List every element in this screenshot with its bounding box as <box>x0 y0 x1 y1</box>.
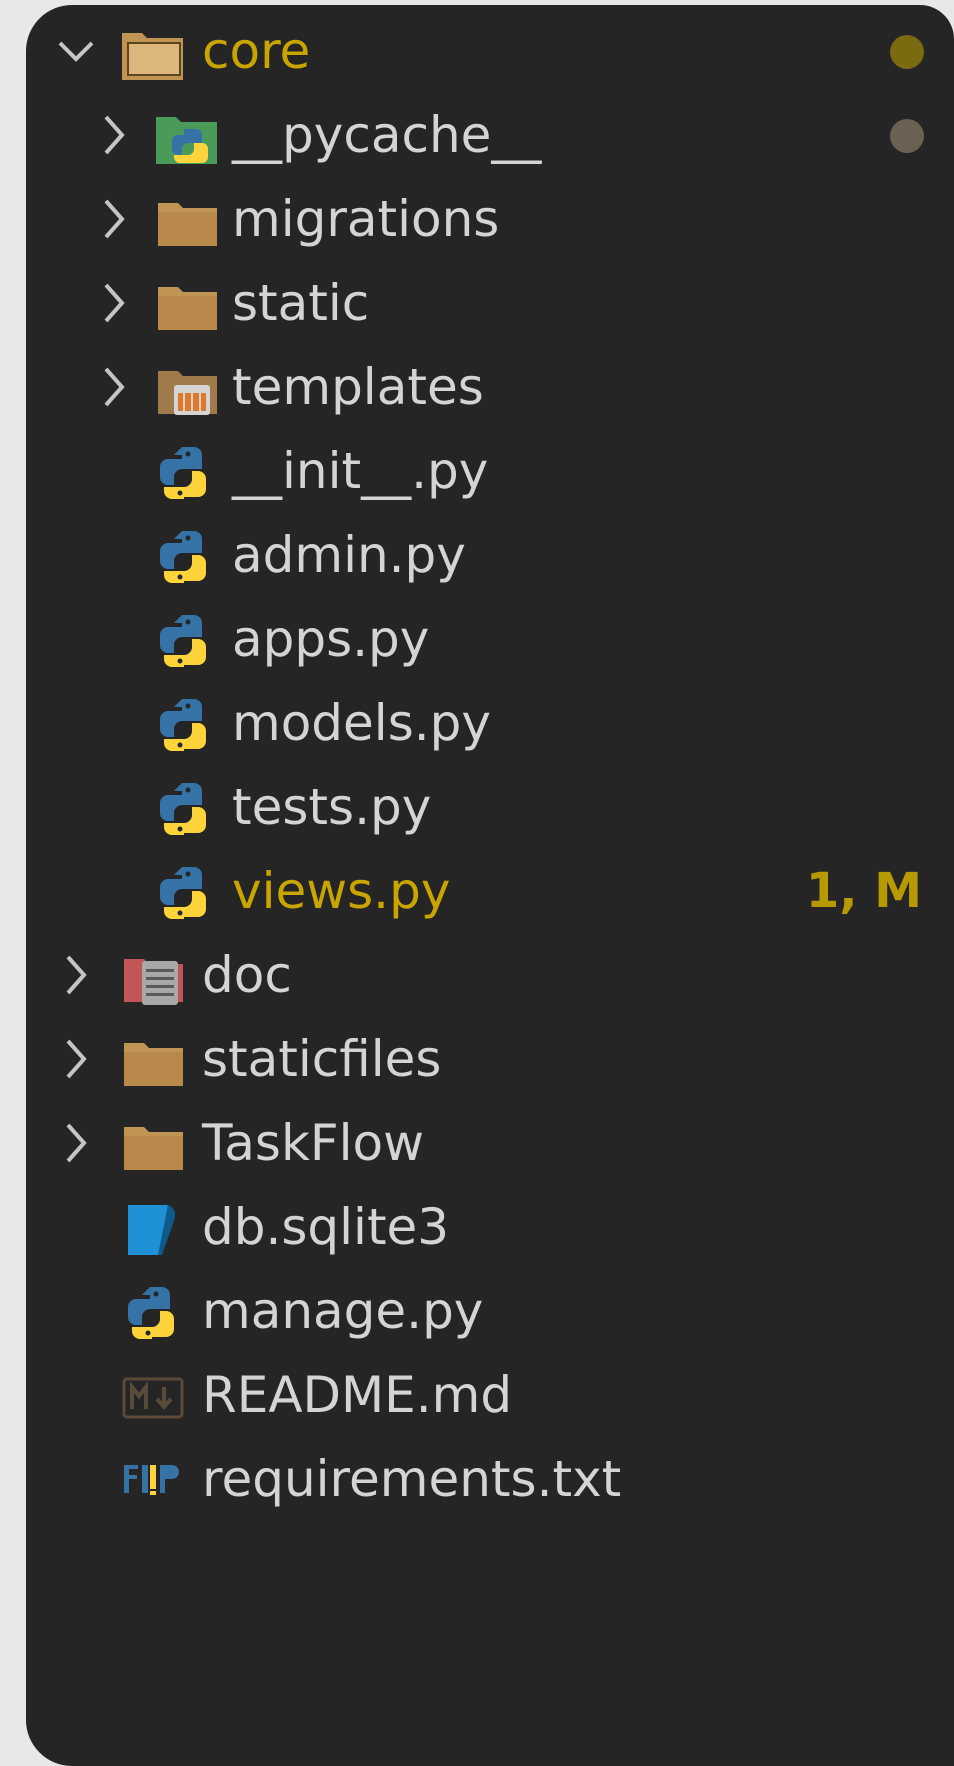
tree-label-models-py: models.py <box>232 694 491 752</box>
tree-item-core[interactable]: core <box>26 5 954 101</box>
tree-label-static: static <box>232 274 370 332</box>
tree-label-views-py: views.py <box>232 862 451 920</box>
tree-label-migrations: migrations <box>232 190 500 248</box>
python-icon <box>160 867 206 919</box>
tree-item-doc[interactable]: doc <box>26 929 954 1025</box>
folder-icon <box>158 203 217 246</box>
tree-item-taskflow[interactable]: TaskFlow <box>26 1097 954 1193</box>
tree-label-pycache: __pycache__ <box>232 106 542 164</box>
tree-item-tests-py[interactable]: tests.py <box>26 761 954 857</box>
tree-label-readme-md: README.md <box>202 1366 513 1424</box>
python-icon <box>128 1287 174 1339</box>
folder-open-icon <box>122 33 183 80</box>
chevron-right-icon[interactable] <box>94 365 134 409</box>
database-icon <box>128 1205 176 1255</box>
tree-label-templates: templates <box>232 358 484 416</box>
tree-label-apps-py: apps.py <box>232 610 430 668</box>
tree-label-requirements-txt: requirements.txt <box>202 1450 622 1508</box>
tree-label-manage-py: manage.py <box>202 1282 484 1340</box>
markdown-icon <box>122 1377 184 1419</box>
tree-label-init-py: __init__.py <box>232 442 489 500</box>
tree-item-templates[interactable]: templates <box>26 341 954 437</box>
tree-label-tests-py: tests.py <box>232 778 432 836</box>
tree-item-readme-md[interactable]: README.md <box>26 1349 954 1445</box>
chevron-right-icon[interactable] <box>56 1121 96 1165</box>
tree-label-admin-py: admin.py <box>232 526 466 584</box>
tree-item-requirements-txt[interactable]: requirements.txt <box>26 1433 954 1529</box>
folder-icon <box>158 287 217 330</box>
tree-item-admin-py[interactable]: admin.py <box>26 509 954 605</box>
tree-label-db-sqlite3: db.sqlite3 <box>202 1198 450 1256</box>
tree-item-init-py[interactable]: __init__.py <box>26 425 954 521</box>
doc-folder-icon <box>124 959 183 1005</box>
python-icon <box>160 783 206 835</box>
tree-item-manage-py[interactable]: manage.py <box>26 1265 954 1361</box>
tree-item-static[interactable]: static <box>26 257 954 353</box>
requirements-icon <box>124 1465 179 1495</box>
chevron-right-icon[interactable] <box>56 953 96 997</box>
python-icon <box>160 447 206 499</box>
templates-folder-icon <box>158 371 217 415</box>
folder-icon <box>124 1127 183 1170</box>
python-icon <box>160 531 206 583</box>
tree-label-taskflow: TaskFlow <box>202 1114 425 1172</box>
file-explorer-panel: core __pycache__ migrations static templ… <box>26 5 954 1766</box>
git-status-badge: 1, M <box>805 863 922 919</box>
tree-item-models-py[interactable]: models.py <box>26 677 954 773</box>
tree-label-core: core <box>202 22 311 80</box>
chevron-right-icon[interactable] <box>94 281 134 325</box>
tree-item-db-sqlite3[interactable]: db.sqlite3 <box>26 1181 954 1277</box>
tree-item-pycache[interactable]: __pycache__ <box>26 89 954 185</box>
tree-item-migrations[interactable]: migrations <box>26 173 954 269</box>
python-folder-icon <box>156 117 217 164</box>
chevron-right-icon[interactable] <box>56 1037 96 1081</box>
tree-label-staticfiles: staticfiles <box>202 1030 442 1088</box>
chevron-right-icon[interactable] <box>94 113 134 157</box>
chevron-down-icon[interactable] <box>56 29 96 73</box>
python-icon <box>160 615 206 667</box>
tree-item-staticfiles[interactable]: staticfiles <box>26 1013 954 1109</box>
tree-item-views-py[interactable]: views.py 1, M <box>26 845 954 941</box>
chevron-right-icon[interactable] <box>94 197 134 241</box>
tree-item-apps-py[interactable]: apps.py <box>26 593 954 689</box>
tree-label-doc: doc <box>202 946 292 1004</box>
modified-indicator-dot <box>890 35 924 69</box>
python-icon <box>160 699 206 751</box>
folder-icon <box>124 1043 183 1086</box>
ignored-indicator-dot <box>890 119 924 153</box>
